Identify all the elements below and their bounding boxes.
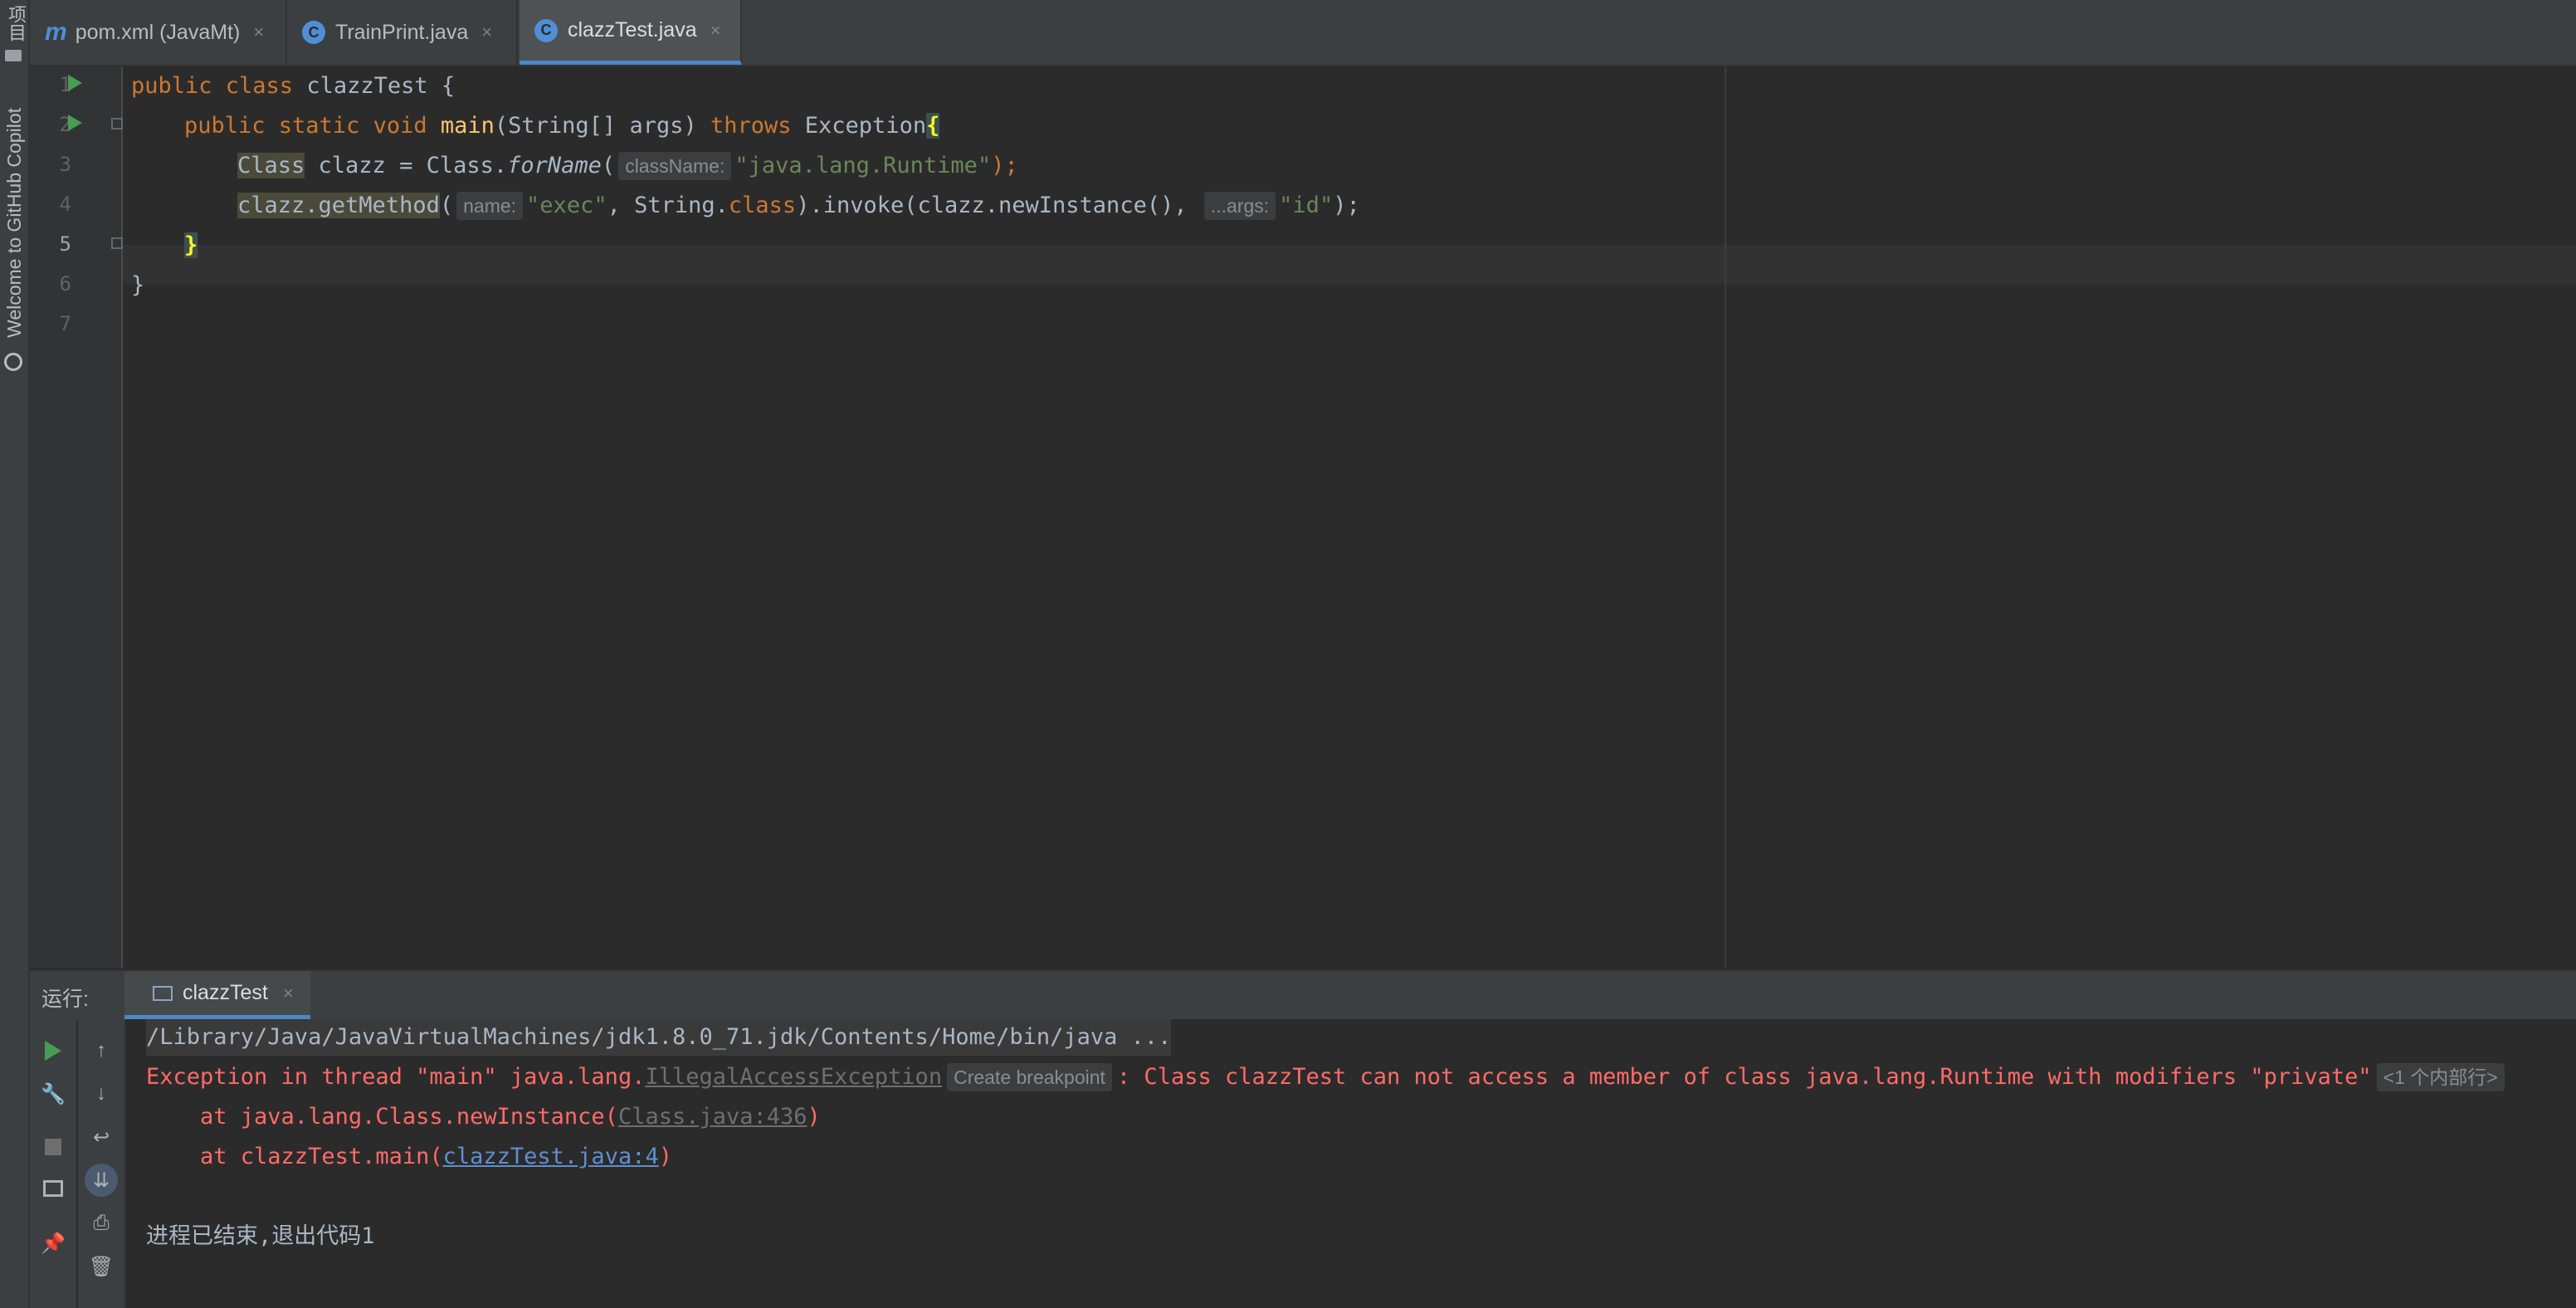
close-icon[interactable]: ×: [283, 983, 294, 1004]
fold-icon[interactable]: [111, 118, 123, 129]
trace-link[interactable]: Class.java:436: [618, 1104, 807, 1130]
run-console[interactable]: /Library/Java/JavaVirtualMachines/jdk1.8…: [126, 1019, 2576, 1308]
trace-link[interactable]: clazzTest.java:4: [443, 1144, 659, 1169]
line-number: 4: [59, 193, 71, 216]
internal-lines-fold[interactable]: <1 个内部行>: [2376, 1063, 2505, 1091]
arrow-down-icon[interactable]: ↓: [90, 1082, 113, 1105]
close-icon[interactable]: ×: [253, 22, 264, 43]
console-error-line: Exception in thread "main" java.lang.Ill…: [146, 1059, 2510, 1096]
line-number: 6: [59, 272, 71, 295]
wrench-icon[interactable]: 🔧: [41, 1082, 66, 1105]
run-panel-header: 运行: clazzTest ×: [30, 969, 2576, 1021]
tab-trainprint-java[interactable]: C TrainPrint.java ×: [287, 0, 518, 65]
java-class-icon: C: [534, 18, 558, 42]
code-line-4: clazz.getMethod(name: "exec", String.clas…: [237, 192, 1360, 220]
copilot-tool-button[interactable]: Welcome to GitHub Copilot: [3, 108, 26, 338]
scroll-to-end-icon[interactable]: ⇊: [85, 1164, 118, 1197]
run-class-icon[interactable]: [68, 75, 82, 91]
fold-icon[interactable]: [111, 237, 123, 249]
code-line-6: }: [131, 272, 145, 298]
line-number: 7: [59, 312, 71, 335]
maven-icon: m: [45, 18, 67, 46]
line-number: 5: [59, 232, 71, 256]
trash-icon[interactable]: 🗑: [89, 1255, 114, 1278]
java-class-icon: C: [302, 21, 325, 44]
soft-wrap-icon[interactable]: ↩: [90, 1125, 113, 1149]
current-line-highlight: [123, 245, 2576, 285]
code-line-2: public static void main(String[] args) t…: [184, 113, 940, 139]
code-line-5: }: [184, 232, 198, 258]
console-trace-line: at clazzTest.main(clazzTest.java:4): [146, 1144, 672, 1169]
code-line-3: Class clazz = Class.forName(className: "j…: [237, 152, 1018, 180]
project-tool-button[interactable]: 项目: [2, 5, 29, 41]
print-icon[interactable]: ⎙: [90, 1212, 113, 1235]
console-icon: [153, 985, 173, 1001]
run-toolbar-primary: 🔧 📌: [30, 1019, 76, 1308]
parameter-hint: className:: [618, 152, 732, 180]
tab-clazztest-java[interactable]: C clazzTest.java ×: [520, 0, 742, 65]
play-icon: [45, 1041, 61, 1061]
left-tool-strip: 项目 Welcome to GitHub Copilot: [0, 0, 30, 1308]
run-main-icon[interactable]: [68, 115, 82, 131]
copilot-icon: [4, 353, 22, 371]
code-editor[interactable]: public class clazzTest { public static v…: [123, 66, 2576, 968]
console-trace-line: at java.lang.Class.newInstance(Class.jav…: [146, 1104, 821, 1130]
tab-label: clazzTest.java: [568, 18, 697, 41]
layout-icon: [43, 1180, 63, 1197]
line-number: 3: [59, 153, 71, 176]
console-exit-message: 进程已结束,退出代码1: [146, 1223, 375, 1249]
line-number: 2: [59, 113, 71, 136]
editor-tab-bar: m pom.xml (JavaMt) × C TrainPrint.java ×…: [30, 0, 2576, 66]
run-panel-title: 运行:: [41, 988, 89, 1011]
tab-label: TrainPrint.java: [335, 20, 469, 44]
parameter-hint: name:: [456, 192, 524, 220]
console-command-line: /Library/Java/JavaVirtualMachines/jdk1.8…: [146, 1019, 1172, 1056]
code-line-1: public class clazzTest {: [131, 73, 456, 99]
rerun-button[interactable]: [41, 1039, 65, 1062]
exception-link[interactable]: IllegalAccessException: [645, 1064, 942, 1090]
run-tab-clazztest[interactable]: clazzTest ×: [124, 971, 310, 1019]
tab-label: pom.xml (JavaMt): [75, 20, 241, 44]
right-margin-guide: [1725, 66, 1726, 968]
editor-gutter: 1 2 3 4 5 6 7: [30, 66, 123, 968]
stop-icon: [45, 1139, 61, 1155]
close-icon[interactable]: ×: [710, 20, 721, 41]
pin-icon[interactable]: 📌: [41, 1232, 66, 1255]
tab-pom-xml[interactable]: m pom.xml (JavaMt) ×: [30, 0, 287, 65]
stop-button[interactable]: [41, 1135, 65, 1159]
arrow-up-icon[interactable]: ↑: [90, 1039, 113, 1062]
close-icon[interactable]: ×: [481, 22, 492, 43]
run-tab-label: clazzTest: [183, 981, 268, 1004]
layout-button[interactable]: [41, 1177, 65, 1200]
line-number: 1: [59, 73, 71, 96]
create-breakpoint-hint[interactable]: Create breakpoint: [947, 1063, 1112, 1091]
parameter-hint: ...args:: [1203, 192, 1276, 220]
run-toolbar-secondary: ↑ ↓ ↩ ⇊ ⎙ 🗑: [78, 1019, 126, 1308]
folder-icon: [5, 50, 22, 61]
